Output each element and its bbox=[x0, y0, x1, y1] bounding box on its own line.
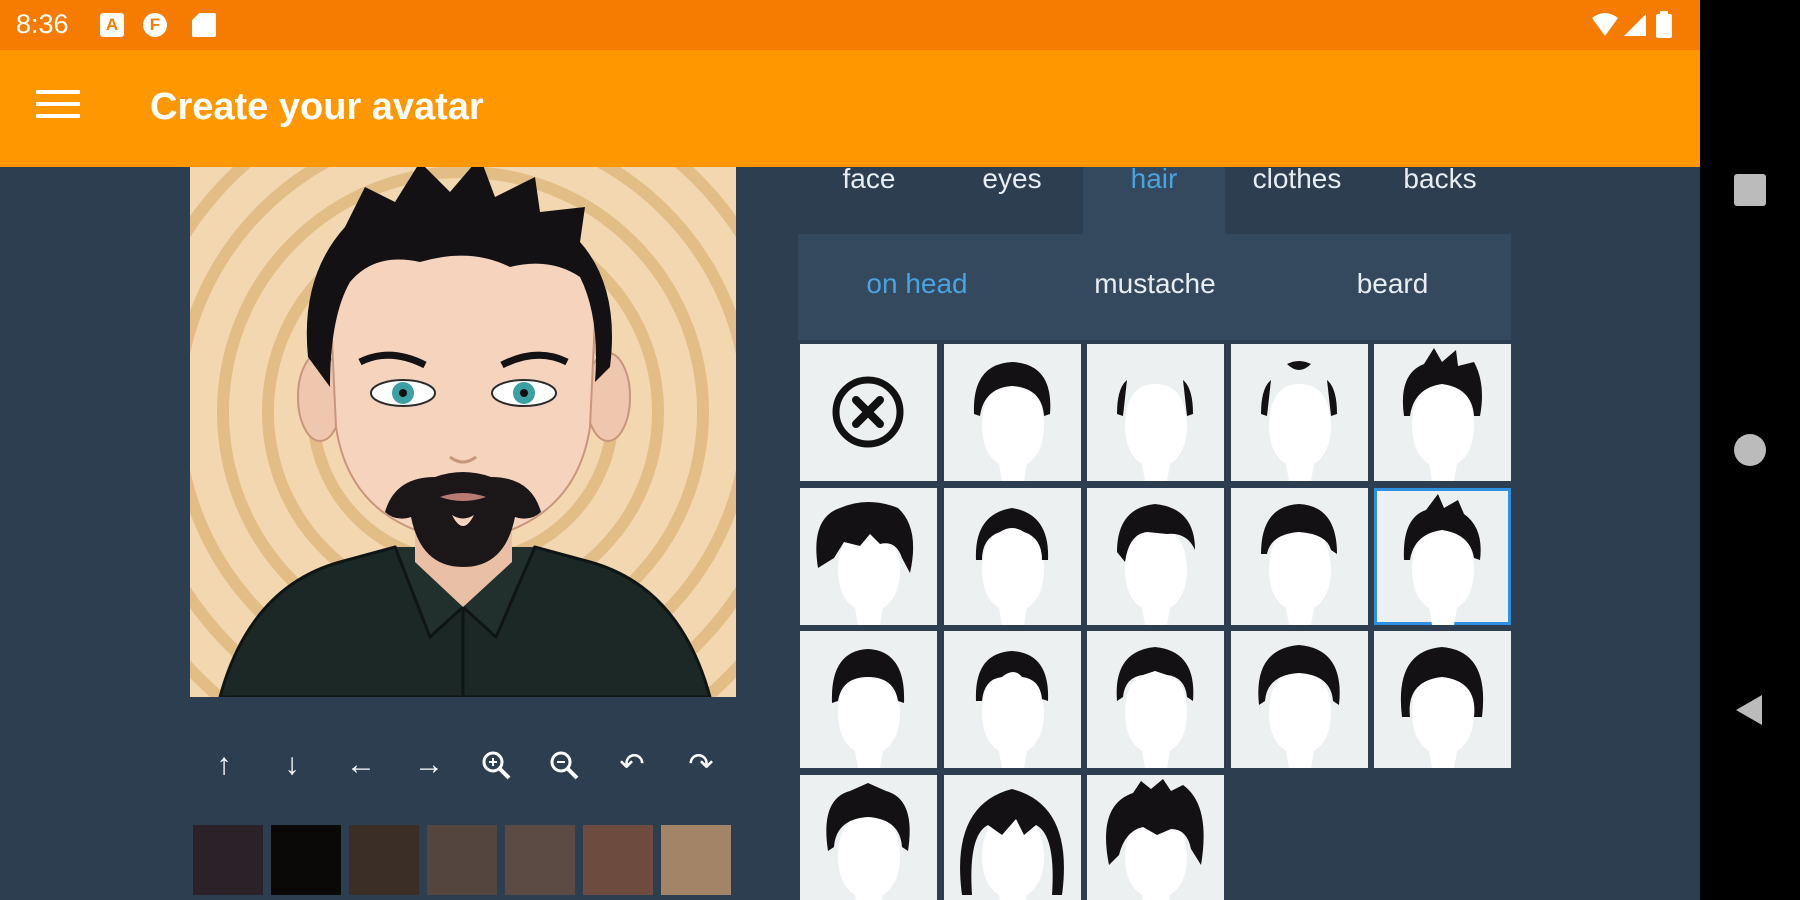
hair-style-icon bbox=[975, 651, 1048, 768]
move-right-icon[interactable]: → bbox=[401, 740, 457, 790]
hair-style-item[interactable] bbox=[1087, 344, 1224, 481]
battery-icon bbox=[1656, 14, 1672, 38]
avatar-illustration bbox=[190, 167, 736, 697]
none-icon bbox=[832, 376, 904, 448]
status-time: 8:36 bbox=[16, 9, 69, 39]
category-tabs: face eyes hair clothes backs bbox=[798, 165, 1511, 234]
hair-style-item[interactable] bbox=[943, 631, 1081, 768]
signal-icon bbox=[1624, 14, 1646, 36]
hair-style-icon bbox=[959, 788, 1064, 900]
hair-style-item[interactable] bbox=[1230, 344, 1368, 481]
hair-style-item[interactable] bbox=[800, 774, 937, 900]
tab-eyes[interactable]: eyes bbox=[941, 165, 1083, 234]
hair-style-icon bbox=[1402, 348, 1482, 481]
hair-style-icon bbox=[1117, 503, 1195, 625]
hair-style-icon bbox=[831, 649, 905, 768]
tab-backs[interactable]: backs bbox=[1369, 165, 1511, 234]
hair-style-icon bbox=[816, 501, 914, 625]
hair-style-item[interactable] bbox=[1087, 631, 1224, 768]
move-up-icon[interactable]: ↑ bbox=[196, 740, 252, 790]
hair-style-icon bbox=[1117, 380, 1193, 481]
home-icon[interactable] bbox=[1732, 432, 1768, 468]
hair-style-icon bbox=[1106, 778, 1204, 900]
status-bar: 8:36 A F bbox=[0, 0, 1700, 50]
hair-style-item[interactable] bbox=[943, 487, 1081, 625]
sd-card-icon bbox=[192, 13, 216, 37]
f-icon: F bbox=[143, 13, 167, 37]
hair-style-item[interactable] bbox=[1087, 487, 1224, 625]
hair-style-icon bbox=[1116, 647, 1194, 768]
color-swatch[interactable] bbox=[271, 825, 341, 895]
system-status-icons bbox=[1592, 11, 1672, 38]
wifi-icon bbox=[1592, 13, 1618, 36]
app-title: Create your avatar bbox=[150, 86, 484, 128]
menu-icon[interactable] bbox=[36, 90, 80, 126]
hair-style-item[interactable] bbox=[1230, 631, 1368, 768]
hair-style-none[interactable] bbox=[800, 344, 937, 481]
hair-style-icon bbox=[975, 507, 1048, 625]
recents-icon[interactable] bbox=[1732, 172, 1768, 208]
redo-icon[interactable]: ↷ bbox=[673, 740, 729, 790]
hair-style-icon bbox=[1403, 493, 1481, 625]
color-swatch[interactable] bbox=[193, 825, 263, 895]
hair-style-item[interactable] bbox=[1374, 344, 1511, 481]
hair-style-icon bbox=[1260, 361, 1337, 481]
back-icon[interactable] bbox=[1732, 692, 1768, 728]
hair-style-item[interactable] bbox=[1230, 487, 1368, 625]
color-swatch[interactable] bbox=[349, 825, 419, 895]
a-icon: A bbox=[100, 13, 124, 37]
hair-style-item[interactable] bbox=[1374, 631, 1511, 768]
hair-style-item[interactable] bbox=[943, 774, 1081, 900]
move-down-icon[interactable]: ↓ bbox=[264, 740, 320, 790]
hair-style-icon bbox=[1260, 503, 1337, 625]
color-swatch[interactable] bbox=[427, 825, 497, 895]
app-screen: 8:36 A F Create your avatar ↑ ↓ ← → ↶ ↷ … bbox=[0, 0, 1700, 900]
hair-style-icon bbox=[1257, 645, 1340, 768]
hair-style-icon bbox=[973, 362, 1050, 481]
subtab-on-head[interactable]: on head bbox=[798, 234, 1036, 340]
zoom-out-icon[interactable] bbox=[536, 740, 592, 790]
hair-style-item[interactable] bbox=[800, 487, 937, 625]
hair-style-item[interactable] bbox=[800, 631, 937, 768]
zoom-in-icon[interactable] bbox=[468, 740, 524, 790]
hair-style-item[interactable] bbox=[943, 344, 1081, 481]
tab-clothes[interactable]: clothes bbox=[1226, 165, 1368, 234]
color-swatch[interactable] bbox=[661, 825, 731, 895]
avatar-preview bbox=[190, 167, 736, 697]
hair-style-icon bbox=[826, 782, 910, 900]
subtab-beard[interactable]: beard bbox=[1274, 234, 1511, 340]
color-swatch[interactable] bbox=[583, 825, 653, 895]
hair-subtabs: on head mustache beard bbox=[798, 234, 1511, 340]
hair-style-item[interactable] bbox=[1374, 487, 1511, 625]
hair-style-item[interactable] bbox=[1087, 774, 1224, 900]
subtab-mustache[interactable]: mustache bbox=[1036, 234, 1274, 340]
tab-hair[interactable]: hair bbox=[1083, 165, 1225, 234]
hair-style-icon bbox=[1400, 647, 1484, 768]
color-swatch[interactable] bbox=[505, 825, 575, 895]
navigation-bar bbox=[1700, 0, 1800, 900]
app-bar: Create your avatar bbox=[0, 50, 1700, 167]
edit-toolbar: ↑ ↓ ← → ↶ ↷ bbox=[190, 740, 736, 790]
tab-face[interactable]: face bbox=[798, 165, 940, 234]
move-left-icon[interactable]: ← bbox=[333, 740, 389, 790]
undo-icon[interactable]: ↶ bbox=[604, 740, 660, 790]
